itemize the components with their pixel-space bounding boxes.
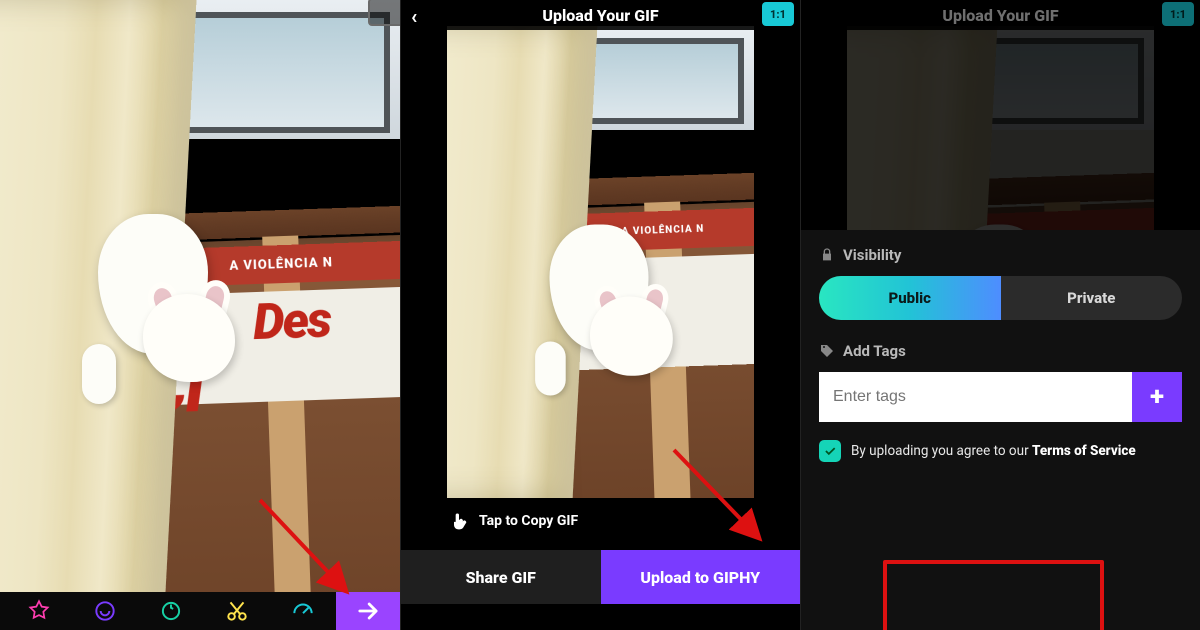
share-gif-button[interactable]: Share GIF (401, 550, 601, 604)
upload-to-giphy-label: Upload to GIPHY (640, 568, 760, 587)
visibility-private-label: Private (1067, 289, 1115, 307)
topbar: ‹ Upload Your GIF 1:1 (401, 0, 800, 30)
kitten (88, 214, 238, 404)
tap-to-copy-label: Tap to Copy GIF (479, 513, 578, 529)
visibility-segmented: Public Private (819, 276, 1182, 320)
loop-icon[interactable] (138, 594, 204, 628)
page-title: Upload Your GIF (942, 6, 1058, 25)
tap-icon (449, 510, 469, 532)
terms-prefix: By uploading you agree to our (851, 443, 1032, 459)
kitten (540, 224, 675, 395)
sticker-icon[interactable] (6, 594, 72, 628)
editor-toolbar (0, 592, 400, 630)
tags-label: Add Tags (843, 342, 906, 360)
speed-icon[interactable] (270, 594, 336, 628)
back-icon[interactable]: ‹ (411, 4, 417, 28)
aspect-ratio-button[interactable]: 1:1 (762, 2, 794, 26)
action-button-row: Share GIF Upload to GIPHY (401, 550, 800, 604)
share-gif-label: Share GIF (466, 568, 536, 587)
expand-frame-icon[interactable] (368, 0, 400, 26)
panel-upload-sheet: Upload Your GIF 1:1 Visibility Public (800, 0, 1200, 630)
visibility-private-option[interactable]: Private (1001, 276, 1183, 320)
tags-row: Add Tags (819, 342, 1182, 360)
tap-to-copy-row[interactable]: Tap to Copy GIF (449, 510, 578, 532)
add-tag-button[interactable]: + (1132, 372, 1182, 422)
add-tag-label: + (1150, 382, 1164, 412)
terms-checkbox[interactable] (819, 440, 841, 462)
visibility-label: Visibility (843, 246, 901, 264)
panel-upload-preview: ‹ Upload Your GIF 1:1 A VIOLÊNCIA N Criv… (400, 0, 800, 630)
tag-icon (819, 343, 835, 359)
fx-icon[interactable] (72, 594, 138, 628)
next-button[interactable] (336, 592, 400, 630)
terms-row: By uploading you agree to our Terms of S… (819, 440, 1182, 462)
gif-preview: A VIOLÊNCIA N Crivialli Des CI (0, 0, 400, 630)
gif-preview[interactable]: A VIOLÊNCIA N Crivialli (447, 26, 754, 498)
upload-to-giphy-button[interactable]: Upload to GIPHY (601, 550, 801, 604)
tags-input[interactable] (819, 372, 1132, 422)
visibility-row: Visibility (819, 246, 1182, 264)
page-title: Upload Your GIF (542, 6, 658, 25)
visibility-public-label: Public (888, 289, 931, 307)
cut-icon[interactable] (204, 594, 270, 628)
lock-icon (819, 247, 835, 263)
terms-link[interactable]: Terms of Service (1032, 443, 1136, 459)
aspect-ratio-label: 1:1 (770, 8, 786, 21)
box-text: Des (252, 292, 331, 353)
upload-options-sheet: Visibility Public Private Add Tags + (801, 230, 1200, 630)
panel-editor: A VIOLÊNCIA N Crivialli Des CI (0, 0, 400, 630)
aspect-ratio-button: 1:1 (1162, 2, 1194, 26)
visibility-public-option[interactable]: Public (819, 276, 1001, 320)
topbar: Upload Your GIF 1:1 (801, 0, 1200, 30)
